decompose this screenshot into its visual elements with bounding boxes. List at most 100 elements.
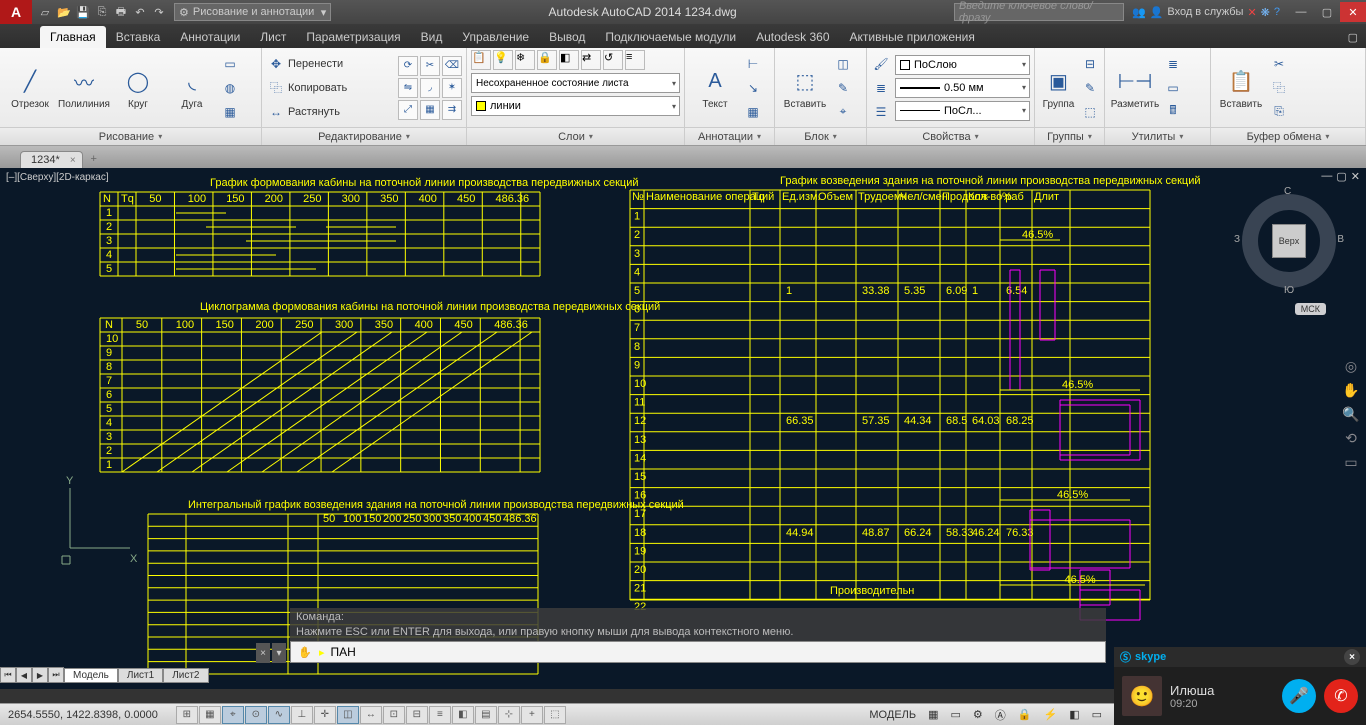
polyline-tool[interactable]: 〰Полилиния [58,51,110,125]
status-layout-icon[interactable]: ▭ [947,708,965,721]
status-toggle-6[interactable]: ✛ [314,706,336,724]
viewcube-top[interactable]: Верх [1272,224,1306,258]
trim-icon[interactable]: ✂ [420,56,440,76]
status-toggle-3[interactable]: ⊙ [245,706,267,724]
viewcube[interactable]: Верх С Ю В З [1234,186,1344,296]
skype-notification[interactable]: Ⓢ skype × 🙂 Илюша 09:20 🎤 ✆ [1114,647,1366,725]
panel-utils-title[interactable]: Утилиты [1105,127,1210,145]
qat-new-icon[interactable]: ▱ [36,3,54,21]
status-toggle-1[interactable]: ▦ [199,706,221,724]
dim-linear-icon[interactable]: ⊢ [743,53,763,75]
rotate-icon[interactable]: ⟳ [398,56,418,76]
cmd-handle-icon[interactable]: ▾ [272,643,286,663]
line-tool[interactable]: ╱Отрезок [4,51,56,125]
search-input[interactable]: Введите ключевое слово/фразу [954,3,1124,21]
status-lock-icon[interactable]: 🔒 [1014,708,1036,721]
leader-icon[interactable]: ↘ [743,77,763,99]
layer-off-icon[interactable]: 💡 [493,50,513,70]
model-space-button[interactable]: МОДЕЛЬ [865,709,920,721]
scale-icon[interactable]: ⤢ [398,100,418,120]
status-toggle-10[interactable]: ⊟ [406,706,428,724]
layout-tab-1[interactable]: Лист1 [118,668,163,683]
app-logo[interactable]: A [0,0,32,24]
status-toggle-0[interactable]: ⊞ [176,706,198,724]
layout-first-icon[interactable]: ⏮ [0,667,16,683]
panel-props-title[interactable]: Свойства [867,127,1034,145]
cmd-close-icon[interactable]: × [256,643,270,663]
command-line[interactable]: ✋ ▸ [290,641,1106,663]
status-annoscale-icon[interactable]: Ⓐ [991,707,1010,723]
ribbon-tab-5[interactable]: Вид [411,26,453,48]
status-toggle-13[interactable]: ▤ [475,706,497,724]
panel-annot-title[interactable]: Аннотации [685,127,774,145]
paste-tool[interactable]: 📋Вставить [1215,51,1267,125]
ungroup-icon[interactable]: ⊟ [1080,53,1100,75]
group-edit-icon[interactable]: ✎ [1080,77,1100,99]
status-toggle-2[interactable]: ⌖ [222,706,244,724]
ribbon-tab-0[interactable]: Главная [40,26,106,48]
cut-icon[interactable]: ✂ [1269,53,1289,75]
fillet-icon[interactable]: ◞ [420,78,440,98]
layer-match-icon[interactable]: ⇄ [581,50,601,70]
ribbon-tab-6[interactable]: Управление [452,26,539,48]
drawing-canvas[interactable]: [–][Сверху][2D-каркас] YXГрафик формован… [0,168,1366,689]
selall-icon[interactable]: ▭ [1163,77,1183,99]
draw-extra-3[interactable]: ▦ [220,101,240,123]
mirror-icon[interactable]: ⇋ [398,78,418,98]
panel-layers-title[interactable]: Слои [467,127,684,145]
ribbon-tab-1[interactable]: Вставка [106,26,171,48]
table-icon[interactable]: ▦ [743,101,763,123]
workspace-dropdown[interactable]: Рисование и аннотации [174,3,331,21]
help-icon[interactable]: ? [1274,6,1280,18]
color-dropdown[interactable]: ПоСлою [895,55,1030,75]
edit-block-icon[interactable]: ✎ [833,77,853,99]
status-clean-icon[interactable]: ▭ [1088,708,1106,721]
bylayer-icon[interactable]: ≣ [871,77,891,99]
status-hw-icon[interactable]: ⚡ [1039,708,1061,721]
status-toggle-5[interactable]: ⊥ [291,706,313,724]
ribbon-tab-4[interactable]: Параметризация [296,26,410,48]
draw-extra-2[interactable]: ◍ [220,77,240,99]
arc-tool[interactable]: ◟Дуга [166,51,218,125]
status-grid-icon[interactable]: ▦ [924,708,942,721]
stretch-tool[interactable]: ↔Растянуть [266,101,396,123]
layer-prev-icon[interactable]: ↺ [603,50,623,70]
qat-plot-icon[interactable]: 🖶 [112,3,130,21]
layer-walk-icon[interactable]: ≡ [625,50,645,70]
ucs-badge[interactable]: МСК [1295,303,1326,315]
layer-freeze-icon[interactable]: ❄ [515,50,535,70]
qat-undo-icon[interactable]: ↶ [131,3,149,21]
viewcube-e[interactable]: В [1337,234,1344,245]
qat-saveas-icon[interactable]: ⎘ [93,3,111,21]
nav-zoom-icon[interactable]: 🔍 [1342,406,1360,424]
panel-groups-title[interactable]: Группы [1035,127,1104,145]
layout-prev-icon[interactable]: ◀ [16,667,32,683]
panel-clip-title[interactable]: Буфер обмена [1211,127,1365,145]
ribbon-tab-2[interactable]: Аннотации [170,26,250,48]
status-iso-icon[interactable]: ◧ [1065,708,1083,721]
group-sel-icon[interactable]: ⬚ [1080,101,1100,123]
nav-pan-icon[interactable]: ✋ [1342,382,1360,400]
create-block-icon[interactable]: ◫ [833,53,853,75]
exchange-icon[interactable]: ✕ [1247,6,1256,19]
ribbon-tab-10[interactable]: Активные приложения [840,26,985,48]
list-icon[interactable]: ☰ [871,101,891,123]
status-toggle-14[interactable]: ⊹ [498,706,520,724]
ribbon-tab-8[interactable]: Подключаемые модули [595,26,746,48]
canvas-maximize-icon[interactable]: ▢ [1336,170,1346,183]
layer-lock-icon[interactable]: 🔒 [537,50,557,70]
layer-current-dropdown[interactable]: линии [471,96,680,116]
file-tab-close-icon[interactable]: × [70,155,76,166]
draw-extra-1[interactable]: ▭ [220,53,240,75]
skype-mic-button[interactable]: 🎤 [1282,679,1316,713]
layout-tab-model[interactable]: Модель [64,668,118,683]
command-input[interactable] [331,645,1099,659]
ribbon-minimize-icon[interactable]: ▢ [1340,27,1366,48]
measure-tool[interactable]: ⊢⊣Разметить [1109,51,1161,125]
stayconn-icon[interactable]: ❋ [1261,6,1270,19]
infocenter-icon[interactable]: 👥 [1132,6,1146,19]
close-button[interactable]: ✕ [1340,2,1366,22]
layer-iso-icon[interactable]: ◧ [559,50,579,70]
calc-icon[interactable]: 🖩 [1163,101,1183,123]
explode-icon[interactable]: ✶ [442,78,462,98]
